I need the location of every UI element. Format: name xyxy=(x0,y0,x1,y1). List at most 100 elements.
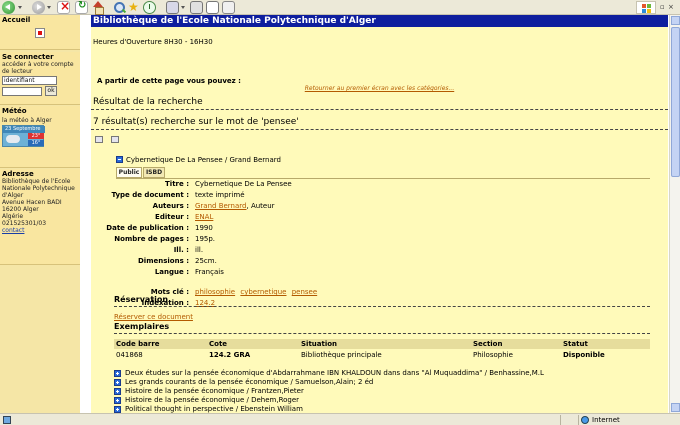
field-label-editeur: Editeur : xyxy=(155,213,189,221)
windows-logo-icon xyxy=(636,1,656,14)
main-content: Bibliothèque de l'Ecole Nationale Polyte… xyxy=(91,15,668,413)
tab-public[interactable]: Public xyxy=(116,167,142,178)
opening-hours: Heures d'Ouverture 8H30 - 16H30 xyxy=(93,38,213,46)
field-value-pages: 195p. xyxy=(195,235,216,243)
related-title[interactable]: Les grands courants de la pensée économi… xyxy=(125,378,373,386)
adresse-heading: Adresse xyxy=(2,170,34,178)
field-value-langue: Français xyxy=(195,268,224,276)
field-value-ill: ill. xyxy=(195,246,204,254)
field-value-dimensions: 25cm. xyxy=(195,257,217,265)
col-cote: Cote xyxy=(209,340,228,348)
back-dropdown-icon[interactable] xyxy=(18,6,22,9)
weather-high: 23° xyxy=(28,133,44,139)
edit-icon[interactable] xyxy=(206,1,219,14)
page-icon xyxy=(3,416,11,424)
scroll-thumb[interactable] xyxy=(671,27,680,177)
keyword-link[interactable]: cybernetique xyxy=(240,288,286,296)
divider xyxy=(578,415,579,425)
collapse-notice-icon[interactable] xyxy=(116,156,123,163)
weather-low: 16° xyxy=(28,140,44,146)
adresse-line: 021525301/03 xyxy=(2,220,47,227)
weather-widget[interactable]: 23 Septembre 23° 16° xyxy=(2,125,45,147)
library-banner: Bibliothèque de l'Ecole Nationale Polyte… xyxy=(91,15,668,27)
field-label-ill: Ill. : xyxy=(173,246,189,254)
mail-dropdown-icon[interactable] xyxy=(181,6,185,9)
expand-icon[interactable] xyxy=(114,397,121,404)
basket-icon[interactable] xyxy=(95,136,103,143)
col-statut: Statut xyxy=(563,340,588,348)
accueil-box: Accueil xyxy=(0,15,80,50)
related-title[interactable]: Histoire de la pensée économique / Frant… xyxy=(125,387,304,395)
security-zone: Internet xyxy=(592,416,620,424)
notice-title[interactable]: Cybernetique De La Pensee / Grand Bernar… xyxy=(126,156,281,164)
cell-code-barre: 041868 xyxy=(116,351,143,359)
reservation-heading: Réservation xyxy=(114,295,169,304)
field-label-pages: Nombre de pages : xyxy=(114,235,189,243)
password-field[interactable] xyxy=(2,87,42,96)
actions-label: A partir de cette page vous pouvez : xyxy=(97,77,241,85)
field-value-titre: Cybernetique De La Pensee xyxy=(195,180,292,188)
messenger-icon[interactable] xyxy=(222,1,235,14)
left-sidebar: Accueil Se connecter accéder à votre com… xyxy=(0,15,80,413)
field-value-type: texte imprimé xyxy=(195,191,245,199)
field-label-langue: Langue : xyxy=(154,268,189,276)
search-icon[interactable] xyxy=(113,1,126,14)
cloud-icon xyxy=(6,135,20,143)
back-icon[interactable] xyxy=(2,1,15,14)
export-icon[interactable] xyxy=(111,136,119,143)
retour-link[interactable]: Retourner au premier écran avec les caté… xyxy=(91,85,668,92)
adresse-line: d'Alger xyxy=(2,192,24,199)
expand-icon[interactable] xyxy=(114,388,121,395)
refresh-icon[interactable] xyxy=(75,0,88,14)
minimize-icon[interactable]: ▫ xyxy=(660,3,665,11)
keyword-link[interactable]: philosophie xyxy=(195,288,235,296)
globe-icon xyxy=(581,416,589,424)
publisher-link[interactable]: ENAL xyxy=(195,213,213,221)
scroll-down-icon[interactable] xyxy=(671,403,680,412)
keyword-link[interactable]: pensee xyxy=(292,288,317,296)
adresse-box: Adresse Bibliothèque de l'Ecole National… xyxy=(0,169,80,265)
divider xyxy=(114,306,650,307)
field-value-auteurs: Grand Bernard, Auteur xyxy=(195,202,275,210)
close-window-icon[interactable]: × xyxy=(668,3,674,11)
field-value-date: 1990 xyxy=(195,224,213,232)
meteo-heading: Météo xyxy=(2,107,27,115)
related-title[interactable]: Histoire de la pensée économique / Dehem… xyxy=(125,396,299,404)
table-header: Code barre Cote Situation Section Statut xyxy=(114,339,650,349)
author-link[interactable]: Grand Bernard xyxy=(195,202,247,210)
scroll-up-icon[interactable] xyxy=(671,16,680,25)
close-icon[interactable] xyxy=(35,28,45,38)
vertical-scrollbar[interactable] xyxy=(669,15,680,413)
tab-underline xyxy=(116,178,650,179)
field-label-date: Date de publication : xyxy=(106,224,189,232)
status-bar: Internet xyxy=(0,413,680,425)
tab-isbd[interactable]: ISBD xyxy=(143,167,165,178)
mail-icon[interactable] xyxy=(166,1,179,14)
favorites-icon[interactable]: ★ xyxy=(128,1,141,14)
forward-dropdown-icon[interactable] xyxy=(47,6,51,9)
col-situation: Situation xyxy=(301,340,338,348)
col-section: Section xyxy=(473,340,503,348)
history-icon[interactable] xyxy=(143,1,156,14)
forward-icon[interactable] xyxy=(32,1,45,14)
related-title[interactable]: Political thought in perspective / Ebens… xyxy=(125,405,303,413)
contact-link[interactable]: contact xyxy=(2,227,24,234)
related-title[interactable]: Deux études sur la pensée économique d'A… xyxy=(125,369,544,377)
expand-icon[interactable] xyxy=(114,379,121,386)
result-heading: Résultat de la recherche xyxy=(93,97,203,107)
weather-date: 23 Septembre xyxy=(3,126,45,133)
print-icon[interactable] xyxy=(190,1,203,14)
stop-icon[interactable] xyxy=(57,0,70,14)
expand-icon[interactable] xyxy=(114,370,121,377)
expand-icon[interactable] xyxy=(114,406,121,413)
divider xyxy=(560,415,561,425)
cell-section: Philosophie xyxy=(473,351,513,359)
username-field[interactable] xyxy=(2,76,57,85)
accueil-heading[interactable]: Accueil xyxy=(2,16,30,24)
divider xyxy=(114,333,650,334)
result-count: 7 résultat(s) recherche sur le mot de 'p… xyxy=(93,117,299,127)
reserve-link[interactable]: Réserver ce document xyxy=(114,313,193,321)
home-icon[interactable] xyxy=(92,1,105,15)
adresse-line: Avenue Hacen BADI xyxy=(2,199,62,206)
login-ok-button[interactable]: ok xyxy=(45,86,57,96)
